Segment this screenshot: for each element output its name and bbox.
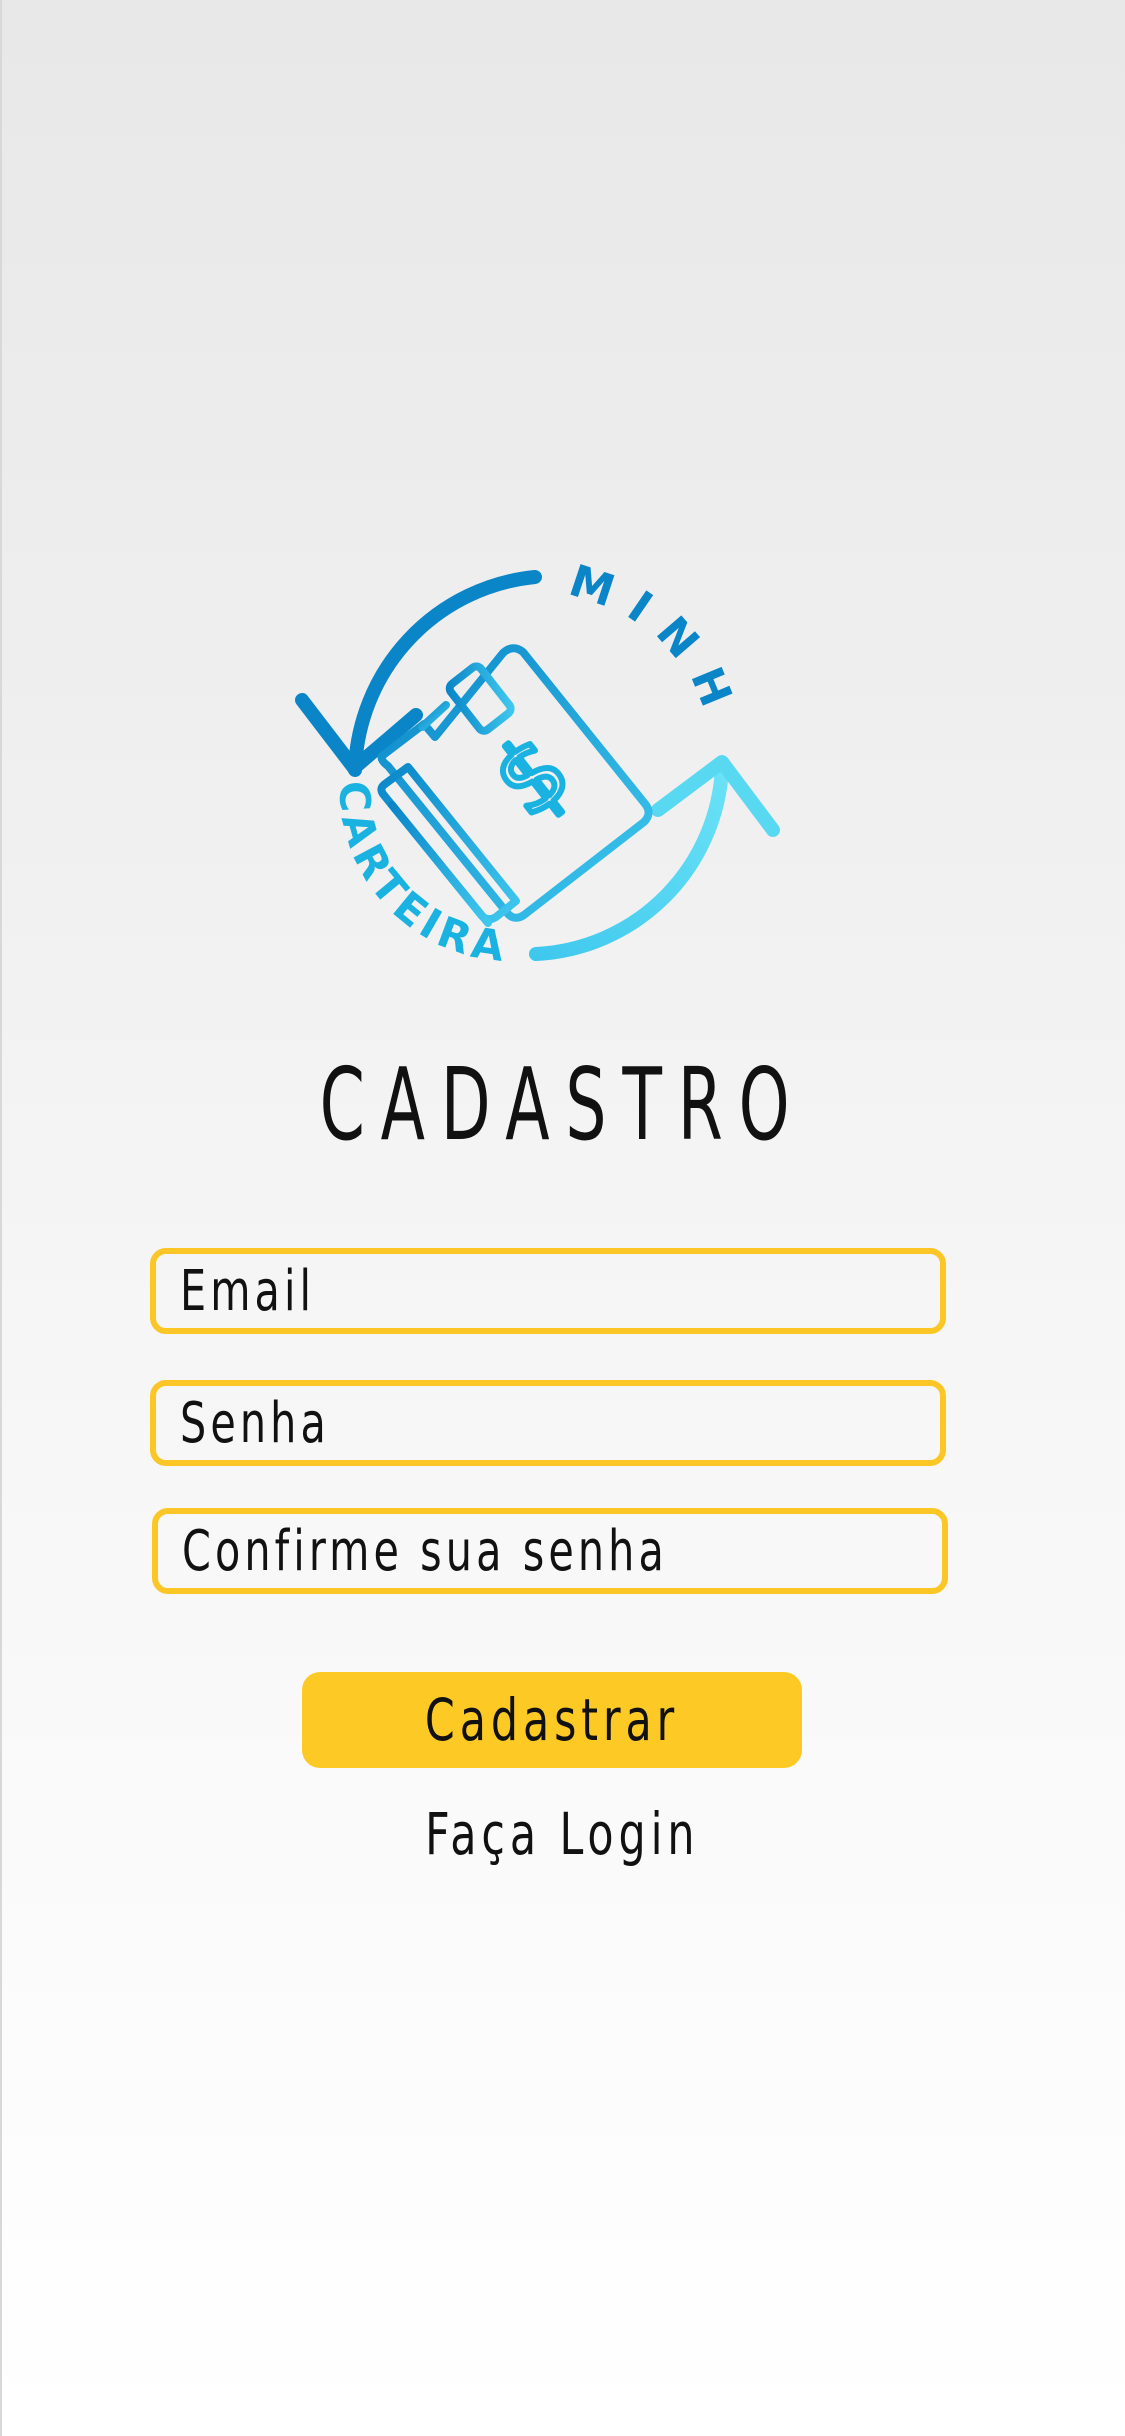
password-placeholder: Senha xyxy=(180,1390,330,1456)
left-edge-divider xyxy=(0,0,2,2436)
wallet-dollar-icon: $ xyxy=(377,644,653,927)
page-title: CADASTRO xyxy=(319,1046,806,1163)
email-field[interactable]: Email xyxy=(150,1248,946,1334)
confirm-password-placeholder: Confirme sua senha xyxy=(182,1518,668,1584)
password-field[interactable]: Senha xyxy=(150,1380,946,1466)
cadastrar-button[interactable]: Cadastrar xyxy=(302,1672,802,1768)
faca-login-link[interactable]: Faça Login xyxy=(0,1800,1125,1868)
confirm-password-field[interactable]: Confirme sua senha xyxy=(152,1508,948,1594)
faca-login-label: Faça Login xyxy=(425,1800,700,1868)
email-placeholder: Email xyxy=(180,1258,316,1324)
cadastrar-button-label: Cadastrar xyxy=(424,1686,680,1754)
minha-carteira-logo: $ MINHA CARTEIRA xyxy=(270,540,780,972)
